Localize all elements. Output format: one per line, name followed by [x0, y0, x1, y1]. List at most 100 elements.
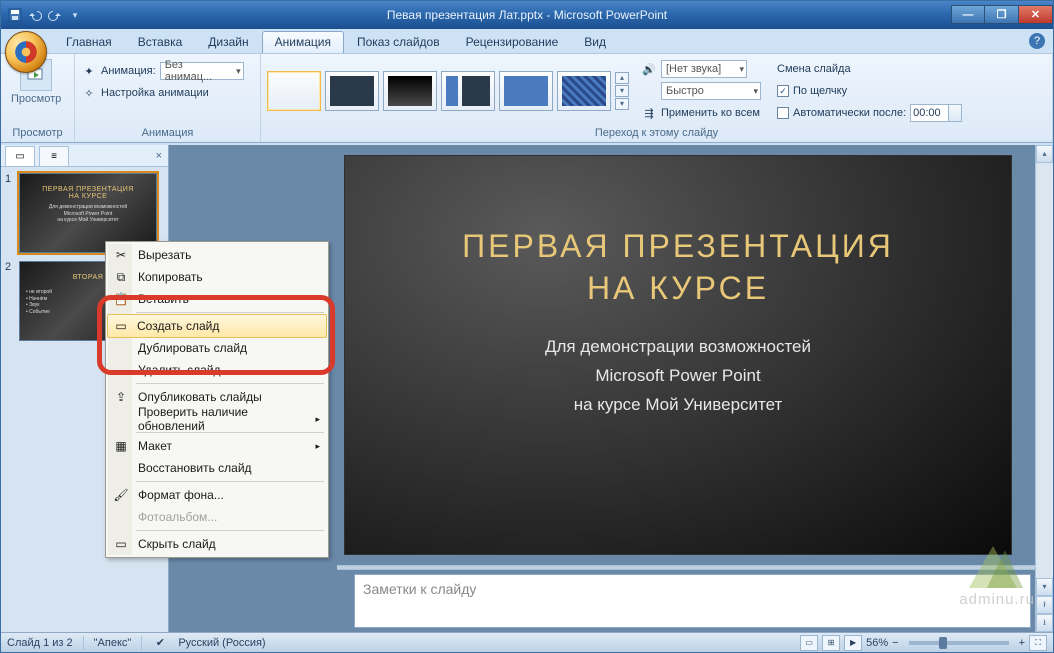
slideshow-view-button[interactable]: ▶ [844, 635, 862, 651]
watermark-triangle2-icon [987, 550, 1023, 588]
preview-label: Просмотр [11, 93, 61, 105]
on-click-label: По щелчку [793, 85, 847, 97]
outline-tab[interactable]: ≡ [39, 146, 69, 166]
paste-icon: 📋 [113, 291, 129, 307]
tab-review[interactable]: Рецензирование [453, 31, 572, 53]
hide-icon: ▭ [113, 536, 129, 552]
sound-icon: 🔊 [641, 61, 657, 77]
scroll-down-icon[interactable]: ▾ [1036, 578, 1053, 596]
scroll-up-icon[interactable]: ▴ [1036, 145, 1053, 163]
slides-tab[interactable]: ▭ [5, 146, 35, 166]
transition-thumb[interactable] [383, 71, 437, 111]
panel-close-icon[interactable]: × [156, 150, 162, 162]
animation-label: Анимация: [101, 65, 156, 77]
transition-thumb[interactable] [557, 71, 611, 111]
window-title: Певая презентация Лат.pptx - Microsoft P… [387, 8, 667, 22]
publish-icon: ⇪ [113, 389, 129, 405]
redo-icon[interactable] [47, 7, 63, 23]
sound-combo[interactable]: [Нет звука] [661, 60, 747, 78]
theme-name: "Апекс" [94, 637, 132, 649]
tab-design[interactable]: Дизайн [195, 31, 261, 53]
zoom-slider[interactable] [909, 641, 1009, 645]
normal-view-button[interactable]: ▭ [800, 635, 818, 651]
minimize-button[interactable]: — [951, 5, 985, 24]
advance-title: Смена слайда [777, 63, 851, 75]
panel-tabs: ▭ ≡ × [1, 145, 168, 167]
ribbon-tabs: Главная Вставка Дизайн Анимация Показ сл… [1, 29, 1053, 53]
menu-copy[interactable]: ⧉Копировать [108, 266, 326, 288]
slide-subtitle: Для демонстрации возможностей Microsoft … [345, 333, 1011, 420]
context-menu: ✂Вырезать ⧉Копировать 📋Вставить ▭Создать… [105, 241, 329, 558]
menu-new-slide[interactable]: ▭Создать слайд [107, 314, 327, 338]
menu-check-updates[interactable]: Проверить наличие обновлений▸ [108, 408, 326, 430]
auto-after-spin[interactable]: 00:00 [910, 104, 962, 122]
titlebar: ▾ Певая презентация Лат.pptx - Microsoft… [1, 1, 1053, 29]
zoom-level[interactable]: 56% [866, 637, 888, 649]
notes-splitter[interactable] [337, 565, 1053, 570]
on-click-checkbox[interactable]: ✓ [777, 85, 789, 97]
menu-cut[interactable]: ✂Вырезать [108, 244, 326, 266]
group-animation-label: Анимация [81, 125, 254, 142]
language-status[interactable]: Русский (Россия) [178, 637, 265, 649]
menu-reset-slide[interactable]: Восстановить слайд [108, 457, 326, 479]
slide-canvas[interactable]: Первая презентацияна курсе Для демонстра… [344, 155, 1012, 555]
close-button[interactable]: ✕ [1019, 5, 1053, 24]
apply-all-icon: ⇶ [641, 105, 657, 121]
save-icon[interactable] [7, 7, 23, 23]
menu-layout[interactable]: ▦Макет▸ [108, 435, 326, 457]
menu-photo-album: Фотоальбом... [108, 506, 326, 528]
auto-after-checkbox[interactable] [777, 107, 789, 119]
thumb-number: 1 [5, 173, 15, 253]
animation-combo[interactable]: Без анимац... [160, 62, 244, 80]
tab-slideshow[interactable]: Показ слайдов [344, 31, 453, 53]
sorter-view-button[interactable]: ⊞ [822, 635, 840, 651]
speed-combo[interactable]: Быстро [661, 82, 761, 100]
new-slide-icon: ▭ [113, 318, 129, 334]
tab-animation[interactable]: Анимация [262, 31, 344, 53]
watermark-text: adminu.ru [959, 591, 1035, 608]
apply-all-button[interactable]: ⇶Применить ко всем [641, 103, 761, 123]
prev-slide-icon[interactable]: ⭱ [1036, 596, 1053, 614]
menu-paste[interactable]: 📋Вставить [108, 288, 326, 310]
menu-format-background[interactable]: 🖌Формат фона... [108, 484, 326, 506]
copy-icon: ⧉ [113, 269, 129, 285]
next-slide-icon[interactable]: ⭳ [1036, 614, 1053, 632]
group-transition-label: Переход к этому слайду [267, 125, 1046, 142]
menu-duplicate-slide[interactable]: Дублировать слайд [108, 337, 326, 359]
tab-insert[interactable]: Вставка [125, 31, 196, 53]
menu-hide-slide[interactable]: ▭Скрыть слайд [108, 533, 326, 555]
zoom-out-button[interactable]: − [892, 637, 898, 649]
fit-window-button[interactable]: ⛶ [1029, 635, 1047, 651]
maximize-button[interactable]: ❐ [985, 5, 1019, 24]
transition-thumb[interactable] [325, 71, 379, 111]
help-icon[interactable]: ? [1029, 33, 1045, 49]
animation-icon: ✦ [81, 63, 97, 79]
custom-animation-icon: ✧ [81, 85, 97, 101]
thumb-number: 2 [5, 261, 15, 341]
format-bg-icon: 🖌 [113, 487, 129, 503]
notes-pane[interactable]: Заметки к слайду [354, 574, 1031, 628]
transition-thumb[interactable] [499, 71, 553, 111]
group-preview-label: Просмотр [7, 125, 68, 142]
office-button[interactable] [5, 31, 47, 73]
ribbon: Просмотр Просмотр ✦ Анимация: Без анимац… [1, 53, 1053, 143]
auto-after-label: Автоматически после: [793, 107, 906, 119]
window-controls: — ❐ ✕ [951, 6, 1053, 24]
custom-animation-button[interactable]: ✧ Настройка анимации [81, 83, 244, 103]
vertical-scrollbar[interactable]: ▴ ▾ ⭱ ⭳ [1035, 145, 1053, 632]
gallery-more[interactable]: ▴▾▾ [615, 72, 629, 110]
cut-icon: ✂ [113, 247, 129, 263]
transition-gallery[interactable]: ▴▾▾ [267, 71, 629, 111]
quick-access-toolbar: ▾ [1, 7, 83, 23]
menu-delete-slide[interactable]: Удалить слайд [108, 359, 326, 381]
slide-title: Первая презентацияна курсе [345, 226, 1011, 309]
tab-home[interactable]: Главная [53, 31, 125, 53]
transition-none[interactable] [267, 71, 321, 111]
tab-view[interactable]: Вид [571, 31, 619, 53]
zoom-in-button[interactable]: + [1019, 637, 1025, 649]
spellcheck-icon[interactable]: ✔ [152, 635, 168, 651]
undo-icon[interactable] [27, 7, 43, 23]
transition-thumb[interactable] [441, 71, 495, 111]
app-window: ▾ Певая презентация Лат.pptx - Microsoft… [0, 0, 1054, 653]
qat-more-icon[interactable]: ▾ [67, 7, 83, 23]
